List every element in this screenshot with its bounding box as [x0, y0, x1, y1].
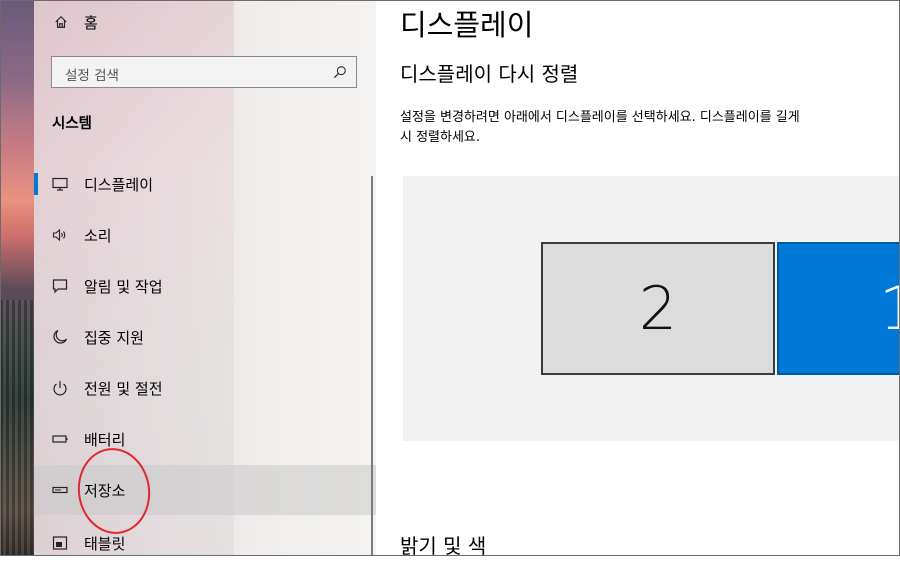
speaker-icon	[52, 228, 66, 242]
monitor-icon	[52, 177, 68, 191]
section-title-system: 시스템	[52, 116, 93, 132]
sidebar-item-notifications[interactable]: 알림 및 작업	[34, 261, 376, 311]
monitor-number: 1	[879, 273, 900, 344]
sidebar-item-label: 전원 및 절전	[84, 380, 163, 398]
desktop-wallpaper	[0, 0, 34, 556]
moon-icon	[53, 329, 68, 344]
monitor-2-tile[interactable]: 2	[541, 242, 775, 375]
display-arrangement-area[interactable]: 2 1	[403, 176, 900, 441]
selection-indicator	[34, 173, 38, 195]
page-title: 디스플레이	[400, 8, 534, 42]
sidebar-item-label: 알림 및 작업	[84, 278, 163, 296]
sidebar-item-label: 디스플레이	[84, 176, 154, 194]
sidebar-item-display[interactable]: 디스플레이	[34, 159, 376, 209]
storage-icon	[52, 486, 68, 494]
sidebar-item-label: 소리	[84, 227, 112, 245]
sidebar-item-label: 배터리	[84, 431, 126, 449]
display-settings-page: 디스플레이 디스플레이 다시 정렬 설정을 변경하려면 아래에서 디스플레이를 …	[376, 0, 900, 556]
sidebar-scrollbar[interactable]	[371, 176, 373, 556]
search-placeholder: 설정 검색	[65, 68, 119, 84]
rearrange-description: 설정을 변경하려면 아래에서 디스플레이를 선택하세요. 디스플레이를 길게 시…	[400, 110, 800, 145]
search-icon[interactable]	[333, 65, 347, 79]
sidebar-item-tablet[interactable]: 태블릿	[34, 518, 376, 568]
battery-icon	[52, 435, 68, 443]
sidebar-item-label: 태블릿	[84, 535, 126, 553]
notification-icon	[52, 279, 68, 294]
power-icon	[53, 381, 67, 396]
sidebar-item-power[interactable]: 전원 및 절전	[34, 363, 376, 413]
sidebar-item-label: 집중 지원	[84, 329, 144, 347]
search-input[interactable]: 설정 검색	[51, 56, 357, 88]
sidebar-item-focus-assist[interactable]: 집중 지원	[34, 312, 376, 362]
monitor-number: 2	[638, 273, 678, 344]
home-nav-item[interactable]: 홈	[54, 8, 98, 36]
tablet-icon	[52, 536, 68, 550]
rearrange-heading: 디스플레이 다시 정렬	[400, 62, 579, 86]
monitor-1-tile[interactable]: 1	[777, 242, 900, 375]
brightness-color-heading: 밝기 및 색	[400, 534, 487, 556]
home-label: 홈	[84, 13, 98, 32]
sidebar-item-battery[interactable]: 배터리	[34, 414, 376, 464]
sidebar-item-sound[interactable]: 소리	[34, 210, 376, 260]
home-icon	[55, 15, 67, 28]
